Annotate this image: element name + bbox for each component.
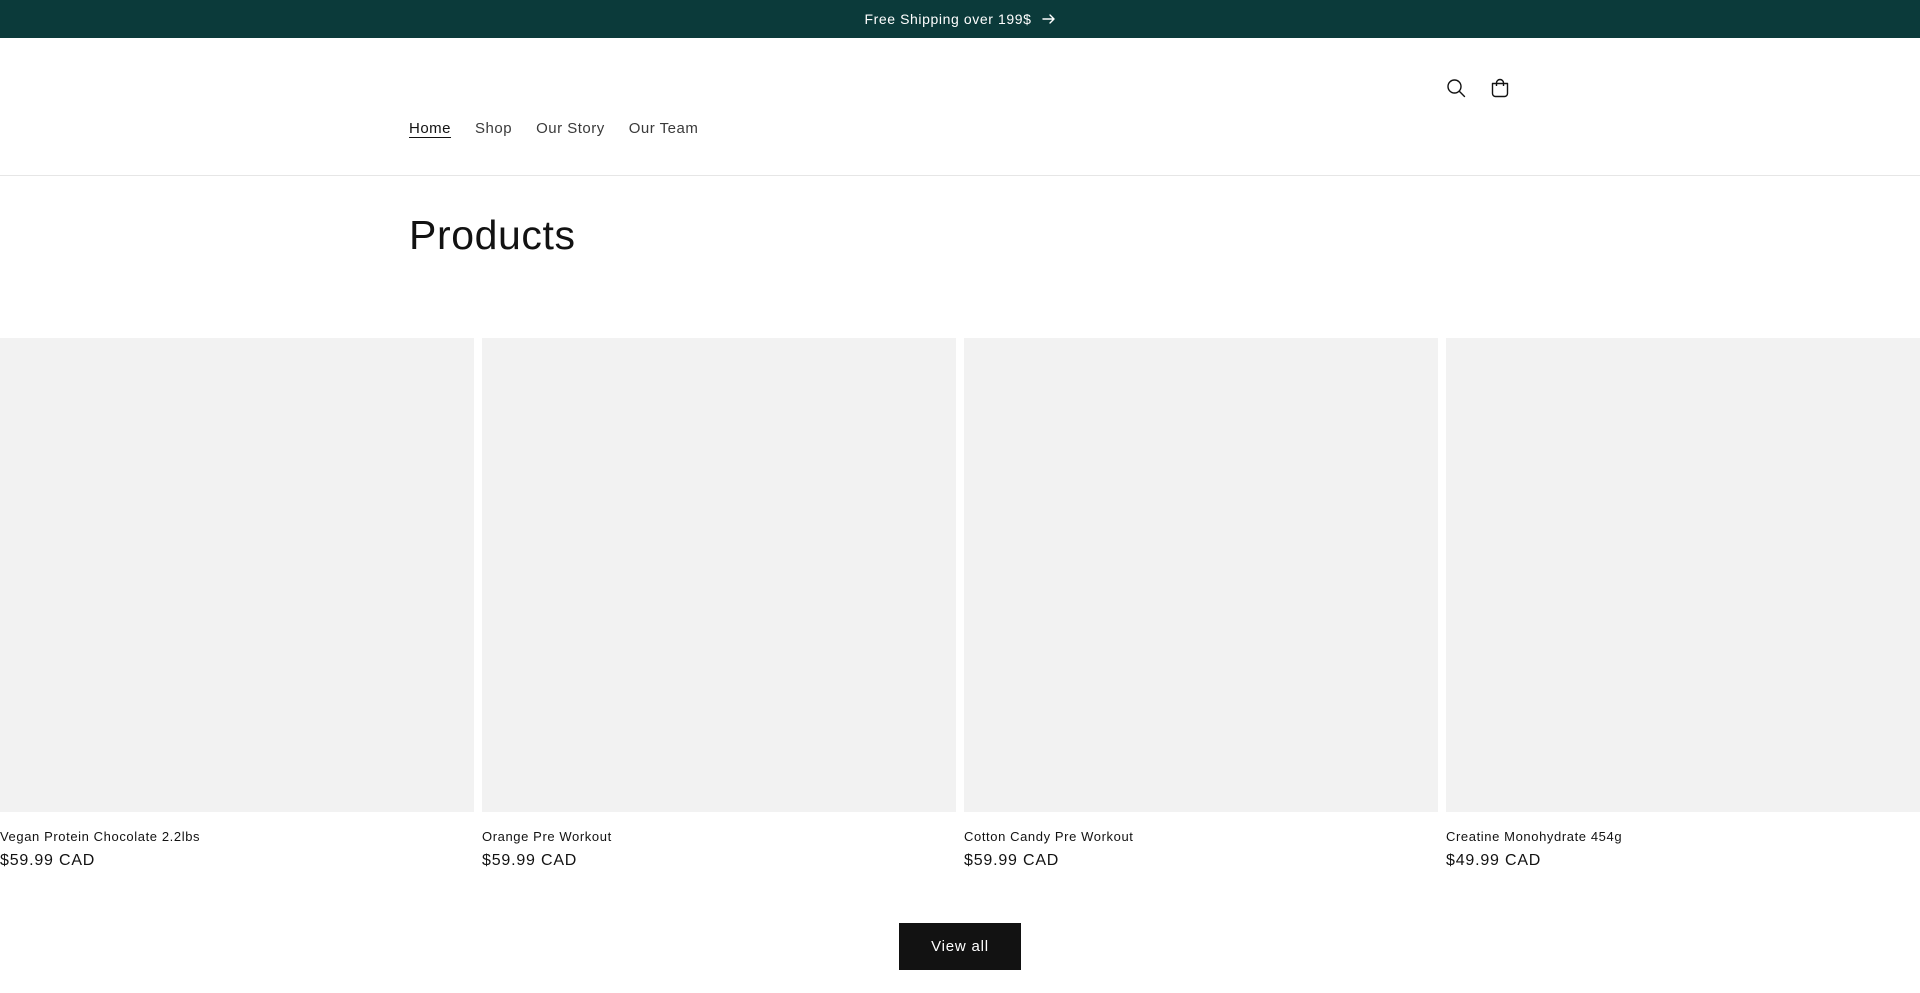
nav-item-our-story[interactable]: Our Story — [524, 120, 617, 137]
nav-item-shop[interactable]: Shop — [463, 120, 524, 137]
page-title: Products — [409, 212, 576, 258]
product-price: $59.99 CAD — [0, 852, 96, 869]
product-image[interactable] — [482, 338, 956, 812]
main-nav: Home Shop Our Story Our Team — [397, 120, 710, 137]
search-icon — [1446, 78, 1466, 103]
product-title[interactable]: Orange Pre Workout — [482, 829, 956, 844]
product-title[interactable]: Creatine Monohydrate 454g — [1446, 829, 1920, 844]
product-card[interactable]: Cotton Candy Pre Workout $59.99 CAD — [964, 338, 1438, 870]
arrow-right-icon — [1041, 14, 1056, 24]
search-button[interactable] — [1436, 68, 1476, 112]
header-icons — [1436, 68, 1520, 112]
nav-item-our-team[interactable]: Our Team — [617, 120, 711, 137]
announcement-bar[interactable]: Free Shipping over 199$ — [0, 0, 1920, 38]
product-title[interactable]: Vegan Protein Chocolate 2.2lbs — [0, 829, 474, 844]
product-image[interactable] — [0, 338, 474, 812]
product-grid: Vegan Protein Chocolate 2.2lbs $59.99 CA… — [0, 338, 1920, 870]
view-all-button[interactable]: View all — [899, 923, 1021, 970]
product-price: $49.99 CAD — [1446, 852, 1542, 869]
product-image[interactable] — [1446, 338, 1920, 812]
product-card[interactable]: Orange Pre Workout $59.99 CAD — [482, 338, 956, 870]
product-card[interactable]: Creatine Monohydrate 454g $49.99 CAD — [1446, 338, 1920, 870]
nav-item-home[interactable]: Home — [397, 120, 463, 137]
announcement-text: Free Shipping over 199$ — [864, 11, 1032, 27]
cart-icon — [1489, 77, 1511, 104]
site-header: Home Shop Our Story Our Team — [0, 38, 1920, 176]
product-image[interactable] — [964, 338, 1438, 812]
product-price: $59.99 CAD — [482, 852, 578, 869]
cart-button[interactable] — [1480, 68, 1520, 112]
product-price: $59.99 CAD — [964, 852, 1060, 869]
product-title[interactable]: Cotton Candy Pre Workout — [964, 829, 1438, 844]
product-card[interactable]: Vegan Protein Chocolate 2.2lbs $59.99 CA… — [0, 338, 474, 870]
